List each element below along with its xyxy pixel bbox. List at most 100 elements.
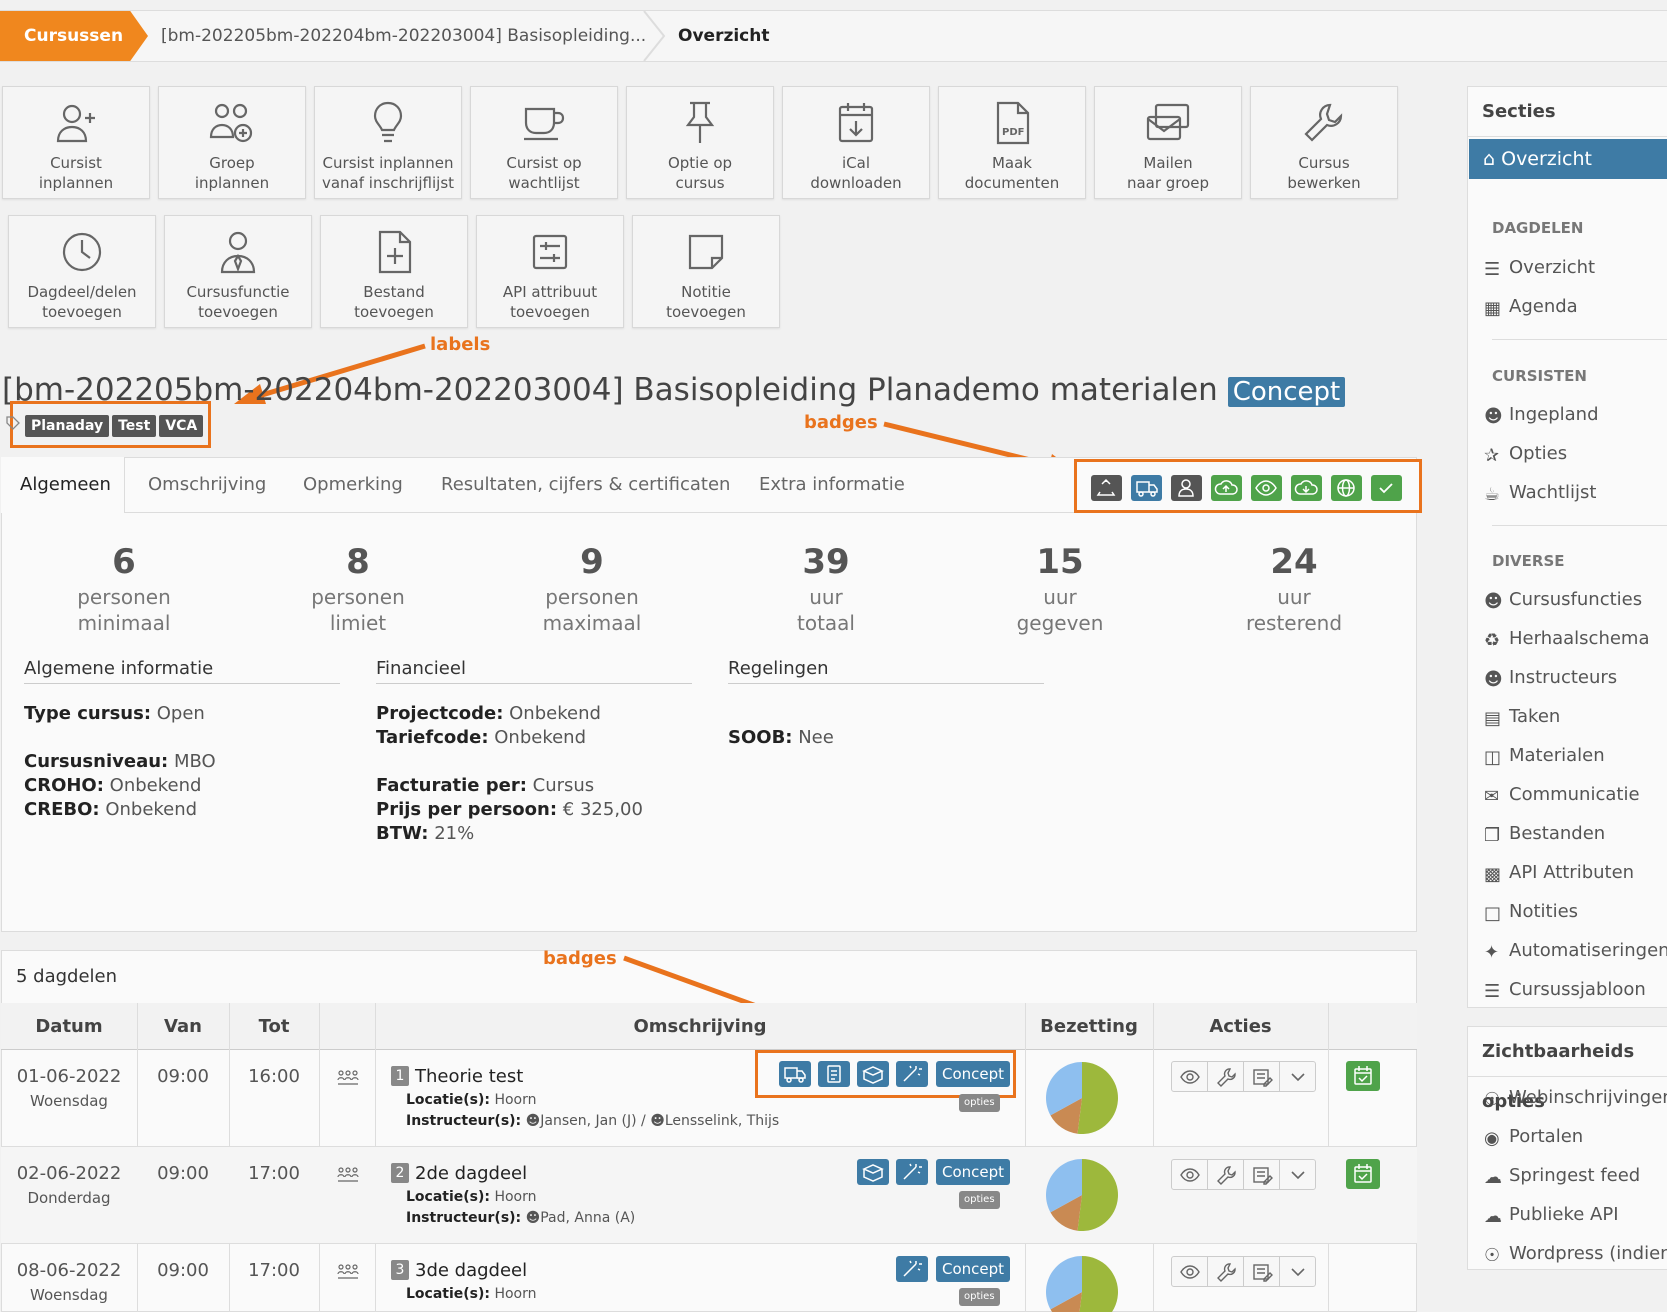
breadcrumb-course[interactable]: [bm-202205bm-202204bm-202203004] Basisop… bbox=[161, 11, 646, 61]
edit-list-icon[interactable] bbox=[1244, 1062, 1280, 1091]
tile-bestand-toevoegen[interactable]: Bestand toevoegen bbox=[320, 215, 468, 328]
eye-icon: ◉ bbox=[1484, 1128, 1500, 1149]
tile-cursusfunctie-toevoegen[interactable]: Cursusfunctie toevoegen bbox=[164, 215, 312, 328]
magic-wand-icon bbox=[896, 1159, 928, 1185]
visibility-heading: Zichtbaarheids opties bbox=[1468, 1027, 1667, 1112]
course-overview-card bbox=[1, 457, 1417, 932]
eye-icon[interactable] bbox=[1172, 1062, 1208, 1091]
sidebar-item-automatiseringen[interactable]: ✦ Automatiseringen bbox=[1484, 940, 1667, 963]
instructor-icon: ☻ bbox=[1484, 669, 1503, 690]
wrench-icon[interactable] bbox=[1208, 1160, 1244, 1189]
sidebar-item-wordpress[interactable]: ☉ Wordpress (indien bbox=[1484, 1243, 1667, 1266]
label-tag: Test bbox=[112, 415, 157, 437]
tile-dagdeel-toevoegen[interactable]: Dagdeel/delen toevoegen bbox=[8, 215, 156, 328]
chevron-down-icon[interactable] bbox=[1280, 1062, 1316, 1091]
cloud-download-icon bbox=[1291, 475, 1322, 501]
calendar-icon: ▦ bbox=[1484, 298, 1502, 319]
recycle-icon: ♻ bbox=[1484, 630, 1501, 651]
truck-icon bbox=[1131, 475, 1162, 501]
sidebar-item-dagdelen-overzicht[interactable]: ☰ Overzicht bbox=[1484, 257, 1595, 280]
tile-cursist-inplannen[interactable]: Cursist inplannen bbox=[2, 86, 150, 199]
tile-cursist-inschrijflijst[interactable]: Cursist inplannen vanaf inschrijflijst bbox=[314, 86, 462, 199]
list-icon: ☰ bbox=[1484, 981, 1501, 1002]
sidebar-item-agenda[interactable]: ▦ Agenda bbox=[1484, 296, 1578, 319]
sidebar-item-publieke-api[interactable]: ☁ Publieke API bbox=[1484, 1204, 1619, 1227]
dayparts-heading: 5 dagdelen bbox=[16, 966, 118, 987]
tab-omschrijving[interactable]: Omschrijving bbox=[148, 457, 266, 513]
rules-info: SOOB: Nee bbox=[728, 727, 834, 748]
magic-wand-icon: ✦ bbox=[1484, 942, 1500, 963]
sidebar-item-taken[interactable]: ▤ Taken bbox=[1484, 706, 1560, 729]
chevron-down-icon[interactable] bbox=[1280, 1257, 1316, 1286]
sidebar-item-communicatie[interactable]: ✉ Communicatie bbox=[1484, 784, 1640, 807]
eye-icon[interactable] bbox=[1172, 1257, 1208, 1286]
sidebar-item-cursusfuncties[interactable]: ☻ Cursusfuncties bbox=[1484, 589, 1642, 612]
users-plus-icon bbox=[209, 103, 253, 143]
files-icon: ❐ bbox=[1484, 825, 1501, 846]
edit-list-icon[interactable] bbox=[1244, 1160, 1280, 1189]
tile-groep-inplannen[interactable]: Groep inplannen bbox=[158, 86, 306, 199]
tile-api-attribuut-toevoegen[interactable]: API attribuut toevoegen bbox=[476, 215, 624, 328]
pie-slice-occupied bbox=[1079, 1256, 1118, 1312]
opties-badge[interactable]: opties bbox=[959, 1288, 1000, 1306]
labels-highlight: Planaday Test VCA bbox=[6, 401, 211, 448]
sidebar-item-materialen[interactable]: ◫ Materialen bbox=[1484, 745, 1605, 768]
sidebar-item-ingepland[interactable]: ☻ Ingepland bbox=[1484, 404, 1599, 427]
calendar-check-icon[interactable] bbox=[1346, 1061, 1380, 1091]
tile-mailen-groep[interactable]: Mailen naar groep bbox=[1094, 86, 1242, 199]
tile-notitie-toevoegen[interactable]: Notitie toevoegen bbox=[632, 215, 780, 328]
tab-extra-informatie[interactable]: Extra informatie bbox=[759, 457, 905, 513]
sidebar-item-opties[interactable]: ✰ Opties bbox=[1484, 443, 1567, 466]
sidebar-item-api-attributen[interactable]: ▩ API Attributen bbox=[1484, 862, 1634, 885]
cloud-download-icon: ☁ bbox=[1484, 1206, 1502, 1227]
breadcrumb-home[interactable]: Cursussen bbox=[0, 11, 148, 61]
opties-badge[interactable]: opties bbox=[959, 1191, 1000, 1209]
visibility-sidebar: Zichtbaarheids opties ☉ Webinschrijvingen… bbox=[1467, 1026, 1667, 1270]
wrench-icon bbox=[1304, 103, 1343, 142]
magic-wand-icon bbox=[896, 1256, 928, 1282]
wrench-icon[interactable] bbox=[1208, 1062, 1244, 1091]
daypart-title[interactable]: Theorie test bbox=[415, 1066, 523, 1087]
tile-optie-cursus[interactable]: Optie op cursus bbox=[626, 86, 774, 199]
instructor-icon: ☻ bbox=[525, 1210, 541, 1226]
wrench-icon[interactable] bbox=[1208, 1257, 1244, 1286]
sidebar-item-cursussjabloon[interactable]: ☰ Cursussjabloon bbox=[1484, 979, 1646, 1002]
tag-icon bbox=[6, 416, 20, 430]
sidebar-item-springest-feed[interactable]: ☁ Springest feed bbox=[1484, 1165, 1640, 1188]
sliders-icon: ▩ bbox=[1484, 864, 1502, 885]
sidebar-item-instructeurs[interactable]: ☻ Instructeurs bbox=[1484, 667, 1617, 690]
daypart-title[interactable]: 3de dagdeel bbox=[415, 1260, 527, 1281]
recycle-icon bbox=[1091, 475, 1122, 501]
sidebar-item-herhaalschema[interactable]: ♻ Herhaalschema bbox=[1484, 628, 1649, 651]
sidebar-item-overzicht[interactable]: ⌂ Overzicht bbox=[1469, 139, 1667, 179]
opties-badge[interactable]: opties bbox=[959, 1094, 1000, 1112]
tile-cursus-bewerken[interactable]: Cursus bewerken bbox=[1250, 86, 1398, 199]
section-heading-general: Algemene informatie bbox=[24, 658, 340, 684]
calendar-check-icon[interactable] bbox=[1346, 1159, 1380, 1189]
instructor-icon: ☻ bbox=[650, 1113, 665, 1129]
tab-resultaten[interactable]: Resultaten, cijfers & certificaten bbox=[441, 457, 730, 513]
daypart-title[interactable]: 2de dagdeel bbox=[415, 1163, 527, 1184]
breadcrumb: Cursussen [bm-202205bm-202204bm-20220300… bbox=[0, 10, 1667, 62]
action-buttons bbox=[1171, 1061, 1316, 1092]
tile-ical-downloaden[interactable]: iCal downloaden bbox=[782, 86, 930, 199]
sidebar-item-bestanden[interactable]: ❐ Bestanden bbox=[1484, 823, 1605, 846]
sections-sidebar: Secties ⌂ Overzicht DAGDELEN ☰ Overzicht … bbox=[1467, 86, 1667, 1008]
chevron-down-icon[interactable] bbox=[1280, 1160, 1316, 1189]
stat-hours-given: 15 uur gegeven bbox=[1016, 542, 1104, 635]
eye-icon bbox=[1251, 475, 1282, 501]
edit-list-icon[interactable] bbox=[1244, 1257, 1280, 1286]
course-badges bbox=[1074, 459, 1422, 513]
sidebar-heading: Secties bbox=[1468, 87, 1667, 137]
tile-maak-documenten[interactable]: PDF Maak documenten bbox=[938, 86, 1086, 199]
sidebar-item-webinschrijvingen[interactable]: ☉ Webinschrijvingen bbox=[1484, 1087, 1667, 1110]
sidebar-item-wachtlijst[interactable]: ☕ Wachtlijst bbox=[1484, 482, 1596, 505]
note-icon: □ bbox=[1484, 903, 1502, 924]
sidebar-item-portalen[interactable]: ◉ Portalen bbox=[1484, 1126, 1583, 1149]
occupancy-pie bbox=[1046, 1062, 1118, 1134]
tab-algemeen[interactable]: Algemeen bbox=[1, 457, 125, 513]
tab-opmerking[interactable]: Opmerking bbox=[303, 457, 403, 513]
tile-cursist-wachtlijst[interactable]: Cursist op wachtlijst bbox=[470, 86, 618, 199]
sidebar-item-notities[interactable]: □ Notities bbox=[1484, 901, 1578, 924]
eye-icon[interactable] bbox=[1172, 1160, 1208, 1189]
